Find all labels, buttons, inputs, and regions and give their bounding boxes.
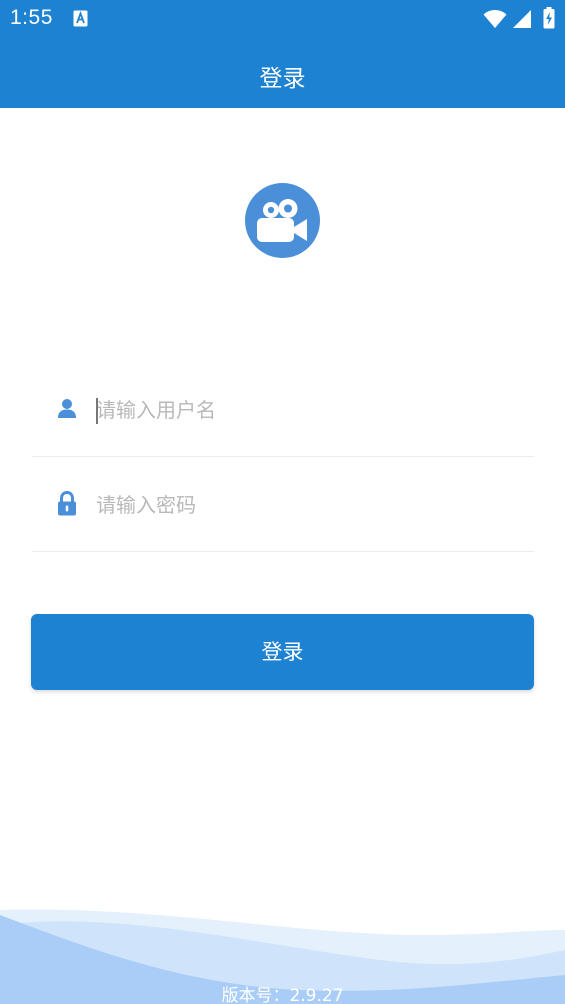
text-a-icon <box>73 10 88 27</box>
password-field <box>32 457 534 552</box>
lock-icon <box>58 491 76 516</box>
app-bar: 登录 <box>0 38 565 108</box>
password-input[interactable] <box>96 487 516 523</box>
login-button[interactable]: 登录 <box>31 614 534 690</box>
video-camera-icon <box>257 199 307 242</box>
username-field <box>32 362 534 457</box>
signal-icon <box>513 10 531 28</box>
version-label: 版本号：2.9.27 <box>221 986 344 1004</box>
app-logo <box>245 183 320 258</box>
wifi-icon <box>483 10 507 28</box>
battery-charging-icon <box>543 7 555 29</box>
text-cursor <box>96 398 98 424</box>
status-bar: 1:55 <box>0 0 565 38</box>
username-input[interactable] <box>96 392 516 428</box>
page-title: 登录 <box>259 66 306 92</box>
login-screen: 1:55 登录 请输入用户名 登录 版本号：2.9.27 <box>0 0 565 1004</box>
status-time: 1:55 <box>10 6 53 29</box>
user-icon <box>58 399 76 418</box>
